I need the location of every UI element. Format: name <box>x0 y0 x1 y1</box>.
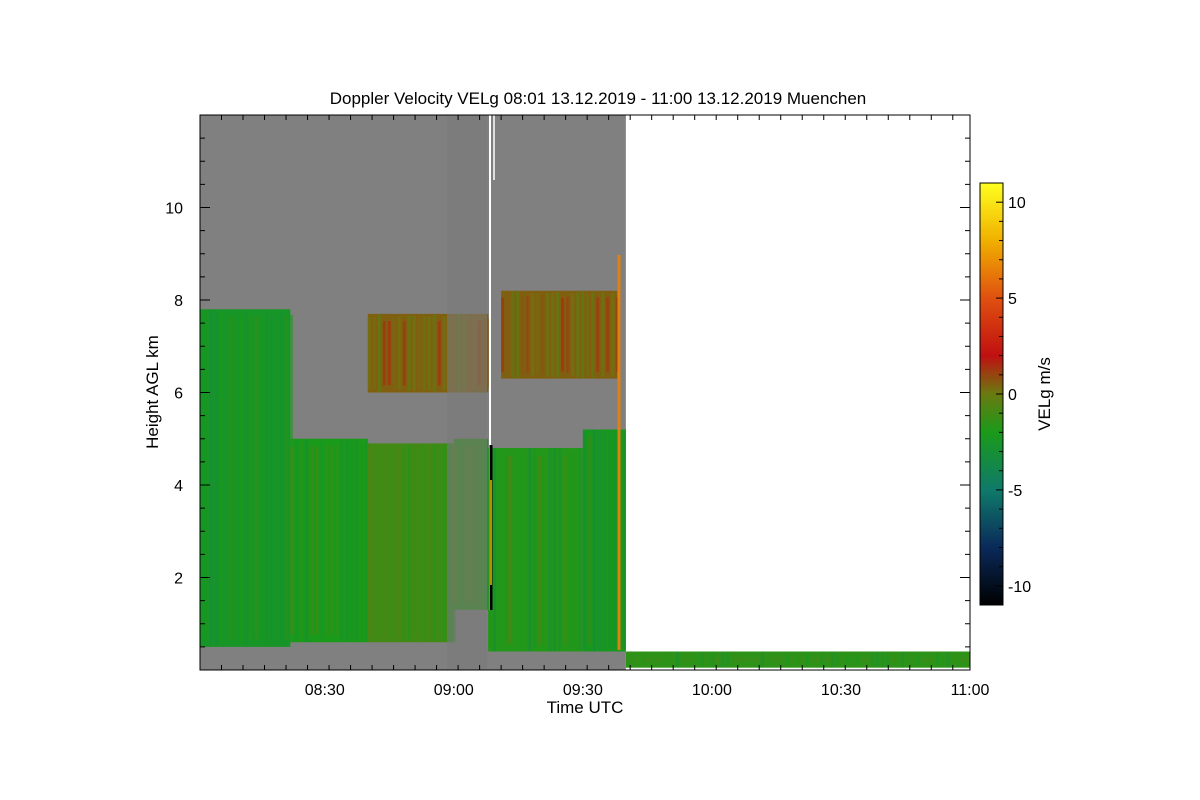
velocity-region-3 <box>367 443 456 643</box>
y-tick-label: 2 <box>174 571 183 588</box>
colorbar-tick-label: -5 <box>1008 483 1022 500</box>
data-gap-column <box>447 115 487 670</box>
colorbar-tick-label: 10 <box>1008 195 1026 212</box>
colorbar-tick-label: 5 <box>1008 291 1017 308</box>
x-tick-label: 10:00 <box>692 682 732 699</box>
velocity-region-2 <box>290 438 369 643</box>
y-axis-label: Height AGL km <box>143 335 162 449</box>
x-tick-label: 11:00 <box>951 682 990 699</box>
y-tick-label: 6 <box>174 386 183 403</box>
x-tick-label: 08:30 <box>305 682 345 699</box>
y-tick-label: 8 <box>174 293 183 310</box>
chart: Doppler Velocity VELg 08:01 13.12.2019 -… <box>143 89 1054 717</box>
y-tick-label: 4 <box>174 478 183 495</box>
x-axis-label: Time UTC <box>547 698 624 717</box>
colorbar: 10 5 0 -5 -10 VELg m/s <box>979 182 1054 606</box>
plot-area <box>200 115 970 670</box>
velocity-region-7 <box>501 290 620 379</box>
colorbar-tick-label: 0 <box>1008 387 1017 404</box>
colorbar-tick-label: -10 <box>1008 579 1031 596</box>
y-tick-label: 10 <box>165 201 183 218</box>
x-tick-label: 09:00 <box>434 682 474 699</box>
chart-title: Doppler Velocity VELg 08:01 13.12.2019 -… <box>330 89 867 108</box>
x-tick-label: 09:30 <box>563 682 603 699</box>
velocity-region-9 <box>625 651 970 668</box>
colorbar-label: VELg m/s <box>1035 357 1054 431</box>
velocity-region-6 <box>488 448 583 652</box>
velocity-region-1 <box>200 309 293 647</box>
x-tick-label: 10:30 <box>821 682 861 699</box>
